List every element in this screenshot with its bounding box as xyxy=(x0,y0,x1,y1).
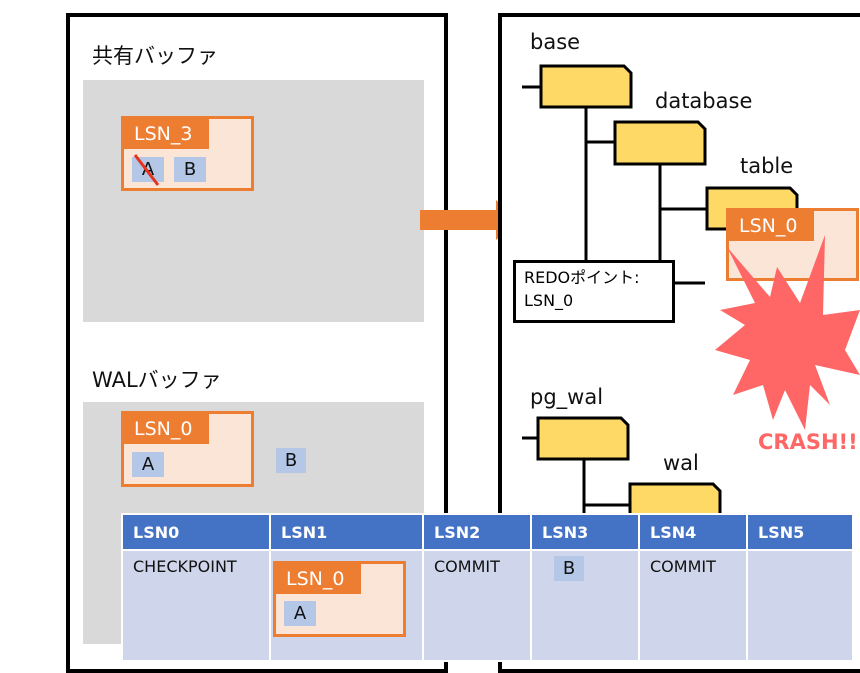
shared-buffer-record: LSN_3 A B xyxy=(121,116,254,191)
record-lsn: LSN_3 xyxy=(124,119,209,149)
folder-wal-label: wal xyxy=(663,451,699,475)
folder-table-label: table xyxy=(740,154,794,178)
crash-label: CRASH!! xyxy=(758,430,858,454)
loose-cell-b: B xyxy=(276,448,306,473)
wal-buffer-record: LSN_0 A xyxy=(121,411,254,487)
header-lsn1: LSN1 xyxy=(269,513,424,551)
header-lsn2: LSN2 xyxy=(422,513,532,551)
cell-lsn5 xyxy=(746,549,854,662)
record-lsn: LSN_0 xyxy=(124,414,209,444)
cell-lsn0: CHECKPOINT xyxy=(121,549,271,662)
cell-a: A xyxy=(132,452,164,477)
redo-point-lsn: LSN_0 xyxy=(524,291,574,310)
database-folder-icon xyxy=(613,120,707,166)
wal-buffer-title: WALバッファ xyxy=(92,368,222,392)
wal-log-record: LSN_0 A xyxy=(273,561,406,637)
pg-wal-folder-icon xyxy=(536,416,630,461)
crash-burst-icon xyxy=(715,235,860,430)
header-lsn3: LSN3 xyxy=(530,513,640,551)
shared-buffer-title: 共有バッファ xyxy=(92,44,218,68)
header-lsn0: LSN0 xyxy=(121,513,271,551)
folder-base-label: base xyxy=(530,30,581,54)
folder-pg-wal-label: pg_wal xyxy=(530,385,604,409)
folder-database-label: database xyxy=(655,89,753,113)
wal-log-table: LSN0 LSN1 LSN2 LSN3 LSN4 LSN5 CHECKPOINT… xyxy=(121,513,854,662)
record-lsn: LSN_0 xyxy=(276,564,361,594)
wal-log-cell-b: B xyxy=(554,556,584,581)
header-lsn5: LSN5 xyxy=(746,513,854,551)
redo-point-box: REDOポイント: LSN_0 xyxy=(513,260,675,323)
redo-point-label: REDOポイント: xyxy=(524,268,640,287)
strike-mark xyxy=(133,154,160,186)
cell-lsn3 xyxy=(530,549,640,662)
base-folder-icon xyxy=(539,64,633,109)
table-header-row: LSN0 LSN1 LSN2 LSN3 LSN4 LSN5 xyxy=(121,513,854,551)
table-row: CHECKPOINT COMMIT COMMIT xyxy=(121,549,854,662)
header-lsn4: LSN4 xyxy=(638,513,748,551)
cell-lsn2: COMMIT xyxy=(422,549,532,662)
cell-b: B xyxy=(174,157,206,182)
cell-a: A xyxy=(284,601,316,626)
cell-lsn4: COMMIT xyxy=(638,549,748,662)
